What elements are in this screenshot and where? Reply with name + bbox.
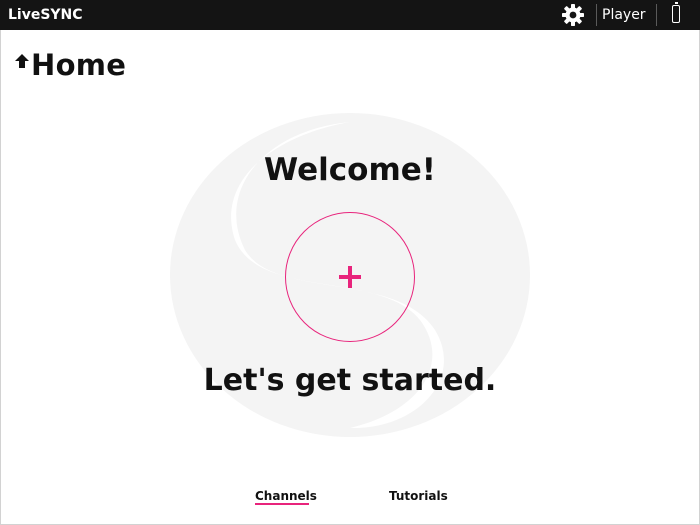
home-arrow-icon xyxy=(15,54,29,68)
top-bar: LiveSYNC Player xyxy=(0,0,700,30)
divider xyxy=(596,4,597,26)
player-mode-label[interactable]: Player xyxy=(602,0,646,30)
plus-icon xyxy=(339,266,361,288)
gear-icon[interactable] xyxy=(561,3,585,27)
battery-icon xyxy=(672,2,680,23)
tab-channels[interactable]: Channels xyxy=(255,488,317,504)
page-title[interactable]: Home xyxy=(14,48,126,82)
app-title: LiveSYNC xyxy=(8,7,83,23)
active-tab-indicator xyxy=(255,503,309,505)
page-title-text: Home xyxy=(31,48,127,82)
add-channel-button[interactable] xyxy=(285,212,415,342)
tab-tutorials[interactable]: Tutorials xyxy=(389,488,448,504)
welcome-heading: Welcome! xyxy=(264,152,436,188)
get-started-text: Let's get started. xyxy=(203,363,497,398)
divider xyxy=(656,4,657,26)
